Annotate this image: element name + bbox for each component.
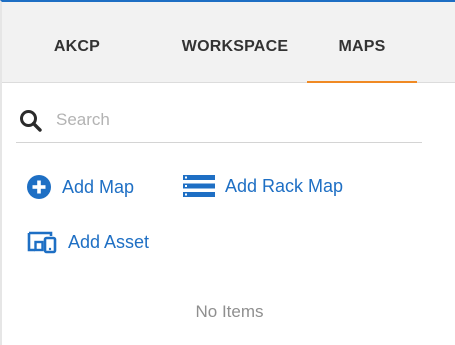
add-map-label: Add Map xyxy=(62,176,135,197)
tab-bar: AKCP WORKSPACE MAPS xyxy=(2,2,455,83)
add-rack-map-label: Add Rack Map xyxy=(225,175,344,196)
active-tab-indicator xyxy=(307,81,417,83)
tab-akcp[interactable]: AKCP xyxy=(32,2,122,82)
tab-workspace[interactable]: WORKSPACE xyxy=(160,2,310,82)
add-rack-map-button[interactable]: Add Rack Map xyxy=(183,174,343,198)
add-asset-button[interactable]: Add Asset xyxy=(26,230,149,254)
add-map-button[interactable]: Add Map xyxy=(26,174,134,200)
search-bar xyxy=(16,100,422,143)
add-asset-label: Add Asset xyxy=(68,231,150,252)
rack-icon xyxy=(183,175,215,197)
tab-maps[interactable]: MAPS xyxy=(307,2,417,83)
maps-panel: AKCP WORKSPACE MAPS Add Map xyxy=(0,0,455,345)
tab-akcp-label: AKCP xyxy=(53,38,101,55)
tab-workspace-label: WORKSPACE xyxy=(181,38,289,55)
asset-devices-icon xyxy=(27,231,57,254)
empty-state: No Items xyxy=(195,302,264,321)
plus-circle-icon xyxy=(27,175,51,199)
search-input[interactable] xyxy=(56,106,396,134)
search-icon xyxy=(20,110,42,132)
tab-maps-label: MAPS xyxy=(338,38,386,55)
